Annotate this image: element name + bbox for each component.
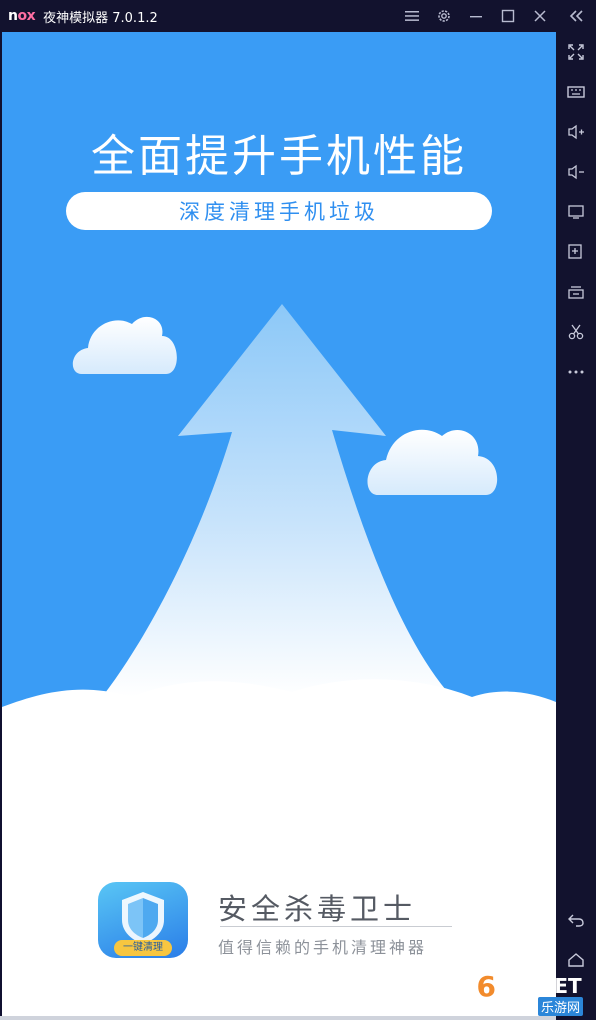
site-watermark: 962 .NET 乐游网 [458, 970, 588, 1016]
watermark-digits: 962 [458, 970, 515, 1003]
gear-icon[interactable] [428, 0, 460, 32]
watermark-net: .NET [530, 974, 582, 998]
double-chevron-left-icon[interactable] [556, 0, 596, 32]
menu-icon[interactable] [396, 0, 428, 32]
watermark-2: 2 [494, 970, 515, 1003]
fullscreen-icon[interactable] [564, 40, 588, 64]
emulator-screen[interactable]: 全面提升手机性能 深度清理手机垃圾 一键清理 安全杀毒卫士 值得信赖的手机清理神… [2, 32, 556, 1016]
taskbar-strip [0, 1016, 556, 1020]
app-name: 安全杀毒卫士 [218, 892, 417, 926]
back-icon[interactable] [564, 908, 588, 932]
home-icon[interactable] [564, 948, 588, 972]
headline: 全面提升手机性能 [91, 131, 467, 182]
logo-ox: ox [17, 8, 36, 24]
title-bar: n ox 夜神模拟器 7.0.1.2 [0, 0, 596, 32]
app-brand: 一键清理 安全杀毒卫士 值得信赖的手机清理神器 [98, 882, 458, 962]
watermark-cn: 乐游网 [538, 997, 584, 1016]
window-title: 夜神模拟器 7.0.1.2 [43, 10, 158, 26]
watermark-6: 6 [476, 970, 496, 1003]
more-icon[interactable] [564, 360, 588, 384]
subheadline: 深度清理手机垃圾 [179, 200, 379, 224]
install-apk-icon[interactable] [564, 240, 588, 264]
nox-logo: n ox [8, 8, 36, 24]
scissors-icon[interactable] [564, 320, 588, 344]
close-icon[interactable] [524, 0, 556, 32]
multi-instance-icon[interactable] [564, 280, 588, 304]
window-controls [396, 0, 596, 32]
app-icon: 一键清理 [98, 882, 188, 958]
minimize-icon[interactable] [460, 0, 492, 32]
logo-n: n [8, 8, 18, 24]
keyboard-icon[interactable] [564, 80, 588, 104]
maximize-icon[interactable] [492, 0, 524, 32]
volume-down-icon[interactable] [564, 160, 588, 184]
subheadline-pill: 深度清理手机垃圾 [66, 192, 492, 230]
app-slogan: 值得信赖的手机清理神器 [218, 938, 428, 957]
app-icon-label: 一键清理 [114, 940, 172, 956]
divider [220, 926, 452, 927]
emulator-sidebar [556, 32, 596, 1020]
watermark-9: 9 [458, 970, 478, 1003]
screenshot-icon[interactable] [564, 200, 588, 224]
volume-up-icon[interactable] [564, 120, 588, 144]
